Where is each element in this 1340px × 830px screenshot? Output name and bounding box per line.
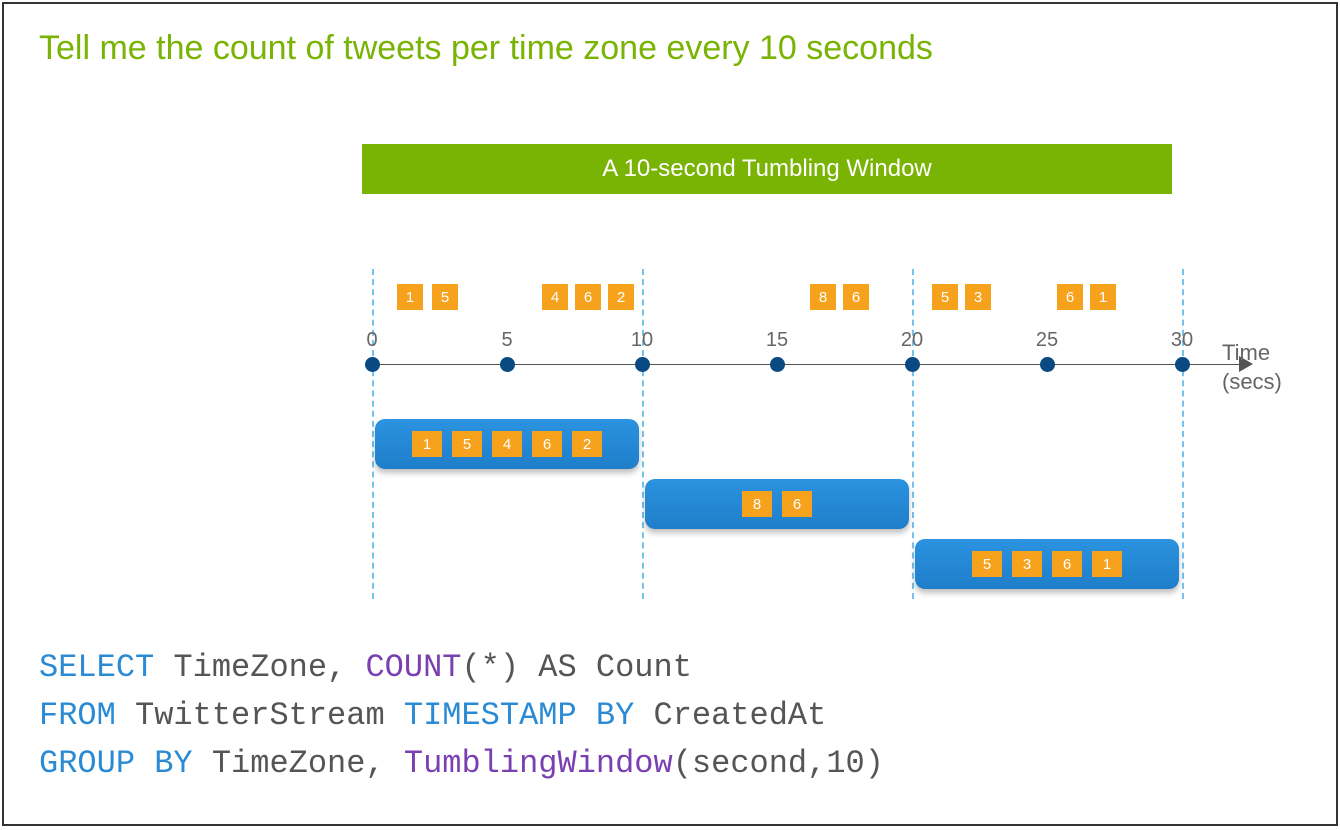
stream-event: 5 [432,284,458,310]
txt-tz2: TimeZone, [193,745,404,782]
tumbling-window: 15462 [375,419,639,469]
stream-event: 6 [575,284,601,310]
txt-stream: TwitterStream [116,697,404,734]
window-boundary-line [1182,269,1184,599]
window-event: 6 [532,431,562,457]
tick-label: 25 [1036,329,1058,352]
window-event: 1 [1092,551,1122,577]
stream-event: 4 [542,284,568,310]
page-title: Tell me the count of tweets per time zon… [39,29,933,68]
tick-dot [905,357,920,372]
window-event: 2 [572,431,602,457]
tick-dot [500,357,515,372]
tick-label: 15 [766,329,788,352]
tick-label: 20 [901,329,923,352]
sql-block: SELECT TimeZone, COUNT(*) AS Count FROM … [39,644,884,788]
stream-event: 1 [397,284,423,310]
stream-event: 3 [965,284,991,310]
window-event: 4 [492,431,522,457]
window-event: 1 [412,431,442,457]
txt-created: CreatedAt [634,697,826,734]
window-event: 5 [972,551,1002,577]
tick-label: 10 [631,329,653,352]
kw-from: FROM [39,697,116,734]
axis-caption-secs: (secs) [1222,369,1282,394]
stream-event: 1 [1090,284,1116,310]
tick-dot [635,357,650,372]
kw-select: SELECT [39,649,154,686]
stream-event: 5 [932,284,958,310]
tick-dot [770,357,785,372]
tick-label: 0 [366,329,377,352]
axis-caption: Time (secs) [1222,339,1282,396]
kw-by2: BY [135,745,193,782]
diagram-frame: Tell me the count of tweets per time zon… [2,2,1338,826]
window-event: 6 [1052,551,1082,577]
window-event: 6 [782,491,812,517]
window-banner: A 10-second Tumbling Window [362,144,1172,194]
axis-caption-time: Time [1222,340,1270,365]
kw-by1: BY [577,697,635,734]
tumbling-window: 86 [645,479,909,529]
kw-group: GROUP [39,745,135,782]
window-boundary-line [912,269,914,599]
txt-tz: TimeZone, [154,649,365,686]
tick-label: 5 [501,329,512,352]
tick-dot [1175,357,1190,372]
tumbling-window: 5361 [915,539,1179,589]
txt-args: (second,10) [673,745,884,782]
txt-aftercount: (*) AS Count [461,649,691,686]
timeline-diagram: 051015202530 Time (secs) 15462865361 154… [362,269,1262,609]
window-boundary-line [372,269,374,599]
tick-dot [1040,357,1055,372]
stream-event: 8 [810,284,836,310]
stream-event: 6 [1057,284,1083,310]
window-event: 3 [1012,551,1042,577]
window-event: 8 [742,491,772,517]
tick-dot [365,357,380,372]
window-event: 5 [452,431,482,457]
tick-label: 30 [1171,329,1193,352]
stream-event: 6 [843,284,869,310]
fn-count: COUNT [365,649,461,686]
kw-timestamp: TIMESTAMP [404,697,577,734]
fn-tumbling: TumblingWindow [404,745,673,782]
stream-event: 2 [608,284,634,310]
window-boundary-line [642,269,644,599]
